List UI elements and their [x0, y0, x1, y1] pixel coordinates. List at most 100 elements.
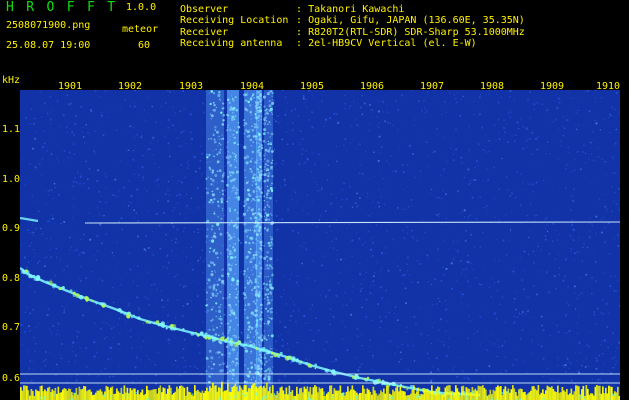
noise-dot	[273, 149, 276, 151]
noise-dot	[525, 220, 528, 222]
noise-dot	[153, 326, 155, 328]
noise-dot	[79, 175, 82, 178]
interference-speckle	[251, 157, 253, 160]
noise-dot	[277, 297, 278, 298]
noise-dot	[315, 317, 318, 320]
noise-dot	[53, 247, 55, 249]
noise-dot	[561, 322, 563, 324]
interference-speckle	[249, 217, 253, 220]
interference-speckle	[260, 144, 263, 147]
bottom-noise-bar	[513, 388, 516, 400]
interference-speckle	[249, 110, 253, 114]
noise-dot	[515, 134, 517, 136]
noise-dot	[488, 150, 491, 153]
noise-dot	[513, 301, 515, 303]
noise-dot	[423, 274, 425, 276]
noise-dot	[567, 146, 570, 149]
noise-dot	[576, 109, 578, 111]
interference-speckle	[254, 182, 258, 186]
doppler-speckle	[295, 359, 299, 363]
bottom-noise-bar	[146, 385, 148, 400]
interference-speckle	[242, 93, 246, 97]
interference-speckle	[217, 216, 220, 218]
noise-dot	[312, 223, 313, 225]
noise-dot	[82, 314, 85, 317]
noise-dot	[476, 331, 478, 333]
interference-speckle	[252, 141, 255, 144]
noise-dot	[430, 380, 433, 383]
interference-speckle	[255, 224, 259, 228]
noise-dot	[343, 90, 345, 92]
noise-dot	[433, 322, 435, 324]
noise-dot	[47, 220, 50, 223]
noise-dot	[30, 242, 33, 244]
noise-dot	[190, 263, 191, 265]
noise-dot	[591, 252, 593, 254]
interference-speckle	[260, 377, 262, 378]
noise-dot	[116, 129, 118, 131]
interference-speckle	[208, 328, 211, 331]
interference-speckle	[245, 261, 247, 263]
noise-dot	[54, 187, 56, 189]
interference-speckle	[232, 133, 235, 136]
noise-dot	[598, 232, 600, 233]
noise-dot	[162, 306, 165, 308]
noise-dot	[105, 188, 107, 190]
interference-speckle	[220, 179, 224, 183]
noise-dot	[438, 196, 441, 199]
interference-speckle	[258, 270, 260, 272]
noise-dot	[406, 170, 409, 173]
noise-dot	[290, 198, 293, 201]
interference-speckle	[236, 211, 239, 214]
interference-speckle	[262, 282, 266, 286]
noise-dot	[286, 123, 289, 125]
noise-dot	[314, 280, 317, 282]
noise-dot	[63, 311, 66, 314]
interference-speckle	[259, 271, 261, 273]
noise-dot	[185, 193, 188, 195]
noise-dot	[312, 177, 314, 179]
noise-dot	[558, 233, 561, 235]
interference-speckle	[257, 198, 260, 202]
interference-speckle	[263, 195, 266, 198]
bottom-cyan-speckle	[416, 395, 419, 398]
interference-speckle	[258, 344, 261, 347]
bottom-noise-bar	[174, 391, 177, 400]
bottom-noise-bar	[155, 389, 157, 400]
interference-speckle	[212, 250, 215, 253]
interference-speckle	[260, 368, 263, 370]
noise-dot	[305, 169, 306, 171]
noise-dot	[370, 248, 373, 251]
interference-speckle	[267, 264, 269, 266]
noise-dot	[332, 247, 335, 250]
bottom-noise-bar	[48, 386, 51, 400]
interference-speckle	[255, 233, 259, 237]
noise-dot	[392, 170, 394, 172]
interference-speckle	[260, 338, 264, 342]
noise-dot	[461, 293, 464, 296]
noise-dot	[510, 111, 512, 113]
noise-dot	[66, 265, 69, 268]
noise-dot	[116, 323, 119, 326]
interference-speckle	[226, 364, 229, 367]
noise-dot	[519, 204, 522, 207]
noise-dot	[75, 206, 77, 208]
noise-dot	[347, 223, 350, 226]
interference-speckle	[269, 147, 271, 149]
noise-dot	[553, 100, 556, 102]
noise-dot	[339, 167, 341, 168]
interference-speckle	[267, 171, 271, 175]
noise-dot	[311, 126, 314, 129]
noise-dot	[304, 101, 306, 103]
interference-speckle	[235, 303, 238, 306]
interference-speckle	[235, 131, 239, 134]
interference-speckle	[255, 289, 258, 293]
interference-speckle	[233, 236, 235, 238]
noise-dot	[343, 182, 345, 185]
noise-dot	[204, 180, 206, 182]
noise-dot	[562, 279, 565, 282]
noise-dot	[613, 237, 616, 240]
interference-speckle	[213, 232, 216, 235]
interference-speckle	[244, 129, 248, 132]
interference-speckle	[265, 338, 268, 341]
